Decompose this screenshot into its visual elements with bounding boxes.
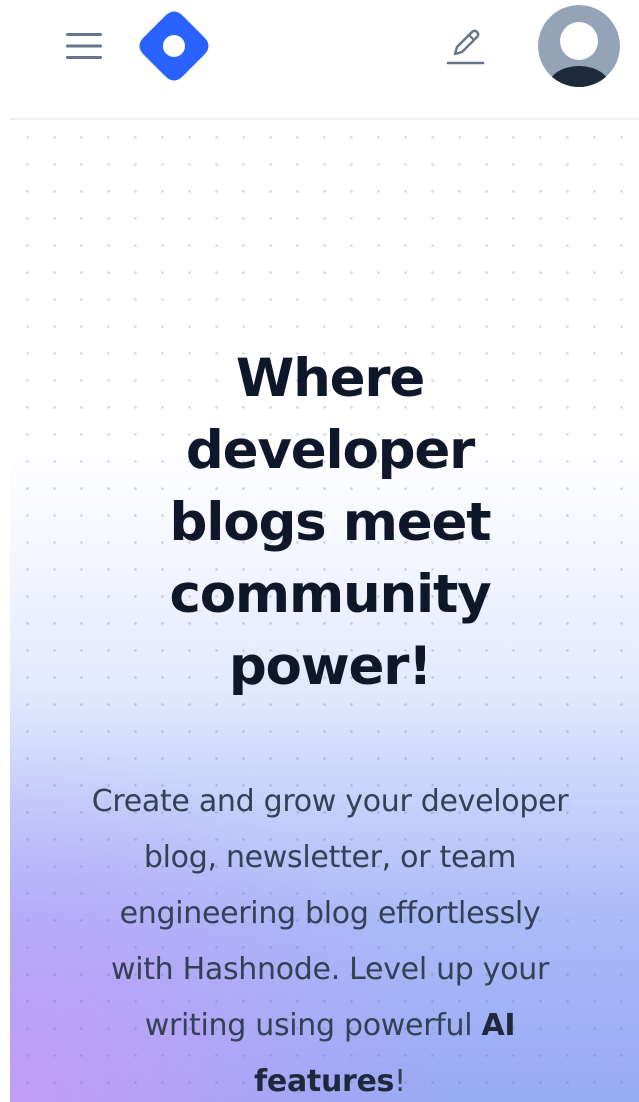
hero-title: Where developer blogs meet community pow… bbox=[169, 348, 492, 697]
hamburger-menu-icon bbox=[66, 33, 102, 59]
hashnode-logo[interactable] bbox=[138, 10, 210, 82]
page: Where developer blogs meet community pow… bbox=[0, 0, 639, 1102]
pencil-icon bbox=[446, 29, 485, 65]
hero-description: Create and grow your developer blog, new… bbox=[90, 774, 570, 1102]
top-navbar bbox=[0, 0, 639, 118]
profile-avatar-button[interactable] bbox=[538, 5, 620, 87]
hero-description-end: ! bbox=[394, 1064, 406, 1099]
hero-description-text: Create and grow your developer blog, new… bbox=[91, 784, 569, 1043]
menu-button[interactable] bbox=[58, 22, 110, 70]
user-avatar-icon bbox=[538, 5, 620, 87]
write-button[interactable] bbox=[440, 20, 490, 70]
hero-section: Where developer blogs meet community pow… bbox=[10, 120, 639, 1102]
hashnode-logo-icon bbox=[139, 11, 209, 81]
